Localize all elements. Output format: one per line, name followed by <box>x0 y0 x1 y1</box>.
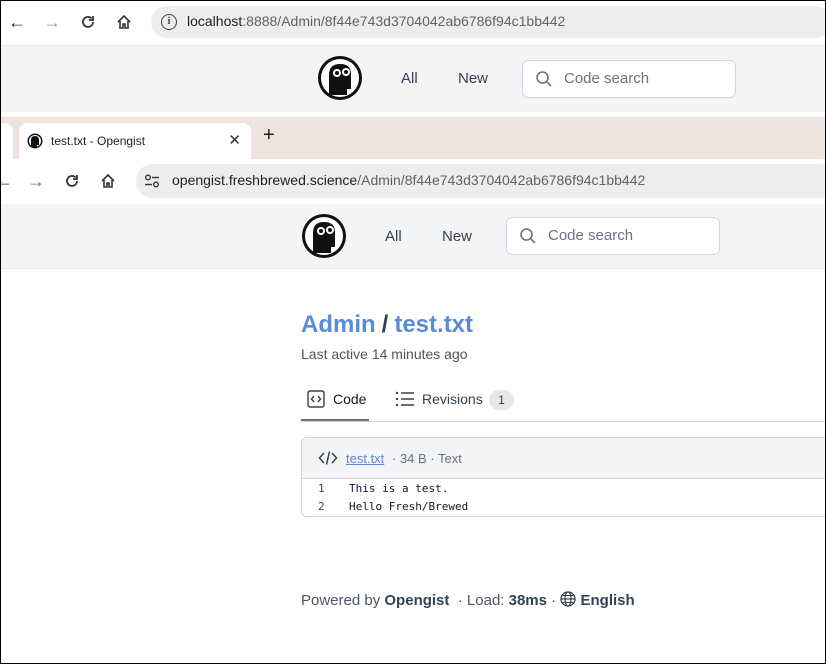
gist-title: Admin / test.txt <box>301 311 473 339</box>
browser1-address-bar[interactable]: i localhost:8888/Admin/8f44e743d3704042a… <box>151 6 825 38</box>
nav-all-link[interactable]: All <box>385 228 402 245</box>
browser2-toolbar: ← → opengist.freshbrewed.science/Admin/8… <box>1 159 825 203</box>
code-icon <box>318 451 338 465</box>
line-text: Hello Fresh/Brewed <box>349 500 469 513</box>
browser2-url-path: /Admin/8f44e743d3704042ab6786f94c1bb442 <box>357 172 646 188</box>
opengist-logo-icon[interactable] <box>317 55 363 101</box>
nav-new-link[interactable]: New <box>442 228 472 245</box>
previous-tab-edge[interactable] <box>1 123 13 159</box>
code-square-icon <box>307 390 325 408</box>
back-icon[interactable]: ← <box>6 11 28 33</box>
reload-icon[interactable] <box>61 170 83 192</box>
list-icon <box>395 391 414 407</box>
browser2-address-bar[interactable]: opengist.freshbrewed.science/Admin/8f44e… <box>136 164 825 198</box>
footer: Powered by Opengist · Load: 38ms · Engli… <box>301 591 635 609</box>
screenshot-frame: ← → i localhost:8888/Admin/8f44e743d3704… <box>0 0 826 664</box>
line-number[interactable]: 1 <box>318 482 325 495</box>
search-icon <box>520 228 536 244</box>
load-value: 38ms <box>508 592 547 609</box>
line-number[interactable]: 2 <box>318 500 325 513</box>
file-name-link[interactable]: test.txt <box>346 451 384 466</box>
forward-icon[interactable]: → <box>25 170 47 192</box>
tab-code[interactable]: Code <box>301 381 369 421</box>
new-tab-icon[interactable]: + <box>263 124 275 147</box>
close-tab-icon[interactable]: ✕ <box>228 131 241 149</box>
file-card: test.txt · 34 B · Text 1 This is a test.… <box>301 437 825 517</box>
line-text: This is a test. <box>349 482 449 495</box>
browser1-opengist-header: All New Code search <box>1 45 825 112</box>
browser-tab-active[interactable]: test.txt - Opengist ✕ <box>19 123 251 159</box>
home-icon[interactable] <box>113 11 135 33</box>
last-active-text: Last active 14 minutes ago <box>301 346 468 362</box>
browser1-toolbar: ← → i localhost:8888/Admin/8f44e743d3704… <box>1 1 825 43</box>
home-icon[interactable] <box>97 170 119 192</box>
opengist-header: All New Code search <box>1 204 825 269</box>
globe-icon <box>560 591 576 607</box>
reload-icon[interactable] <box>77 11 99 33</box>
back-icon-partial[interactable]: ← <box>1 170 15 192</box>
tab-title: test.txt - Opengist <box>51 134 146 148</box>
footer-separator: · <box>551 592 557 609</box>
gist-name-link[interactable]: test.txt <box>394 311 473 338</box>
revisions-count-badge: 1 <box>489 390 514 410</box>
search-placeholder: Code search <box>564 70 650 87</box>
tab-code-label: Code <box>333 391 367 407</box>
file-header: test.txt · 34 B · Text <box>302 438 825 479</box>
browser1-url-host: localhost <box>187 13 243 29</box>
nav-new-link[interactable]: New <box>458 70 488 87</box>
search-icon <box>536 71 552 87</box>
tab-revisions-label: Revisions <box>422 391 483 407</box>
opengist-brand-link[interactable]: Opengist <box>384 592 449 609</box>
site-settings-icon[interactable] <box>144 174 160 188</box>
browser2-url-host: opengist.freshbrewed.science <box>172 172 358 188</box>
nav-all-link[interactable]: All <box>401 70 418 87</box>
gist-owner-link[interactable]: Admin <box>301 311 376 338</box>
forward-icon[interactable]: → <box>41 11 63 33</box>
code-search-input[interactable]: Code search <box>522 60 736 98</box>
file-meta: · 34 B · Text <box>392 451 462 466</box>
powered-by-label: Powered by <box>301 592 381 609</box>
gist-tabs: Code Revisions 1 <box>301 381 825 422</box>
language-selector[interactable]: English <box>581 592 635 609</box>
title-separator: / <box>381 311 389 338</box>
search-placeholder: Code search <box>548 227 634 244</box>
browser2-tabstrip: test.txt - Opengist ✕ <box>1 117 825 159</box>
opengist-favicon-icon <box>27 133 43 149</box>
opengist-logo-icon[interactable] <box>301 213 347 259</box>
site-info-icon[interactable]: i <box>161 14 177 30</box>
load-label: · Load: <box>457 592 505 609</box>
code-search-input[interactable]: Code search <box>506 217 720 255</box>
browser1-url-path: :8888/Admin/8f44e743d3704042ab6786f94c1b… <box>242 13 566 29</box>
